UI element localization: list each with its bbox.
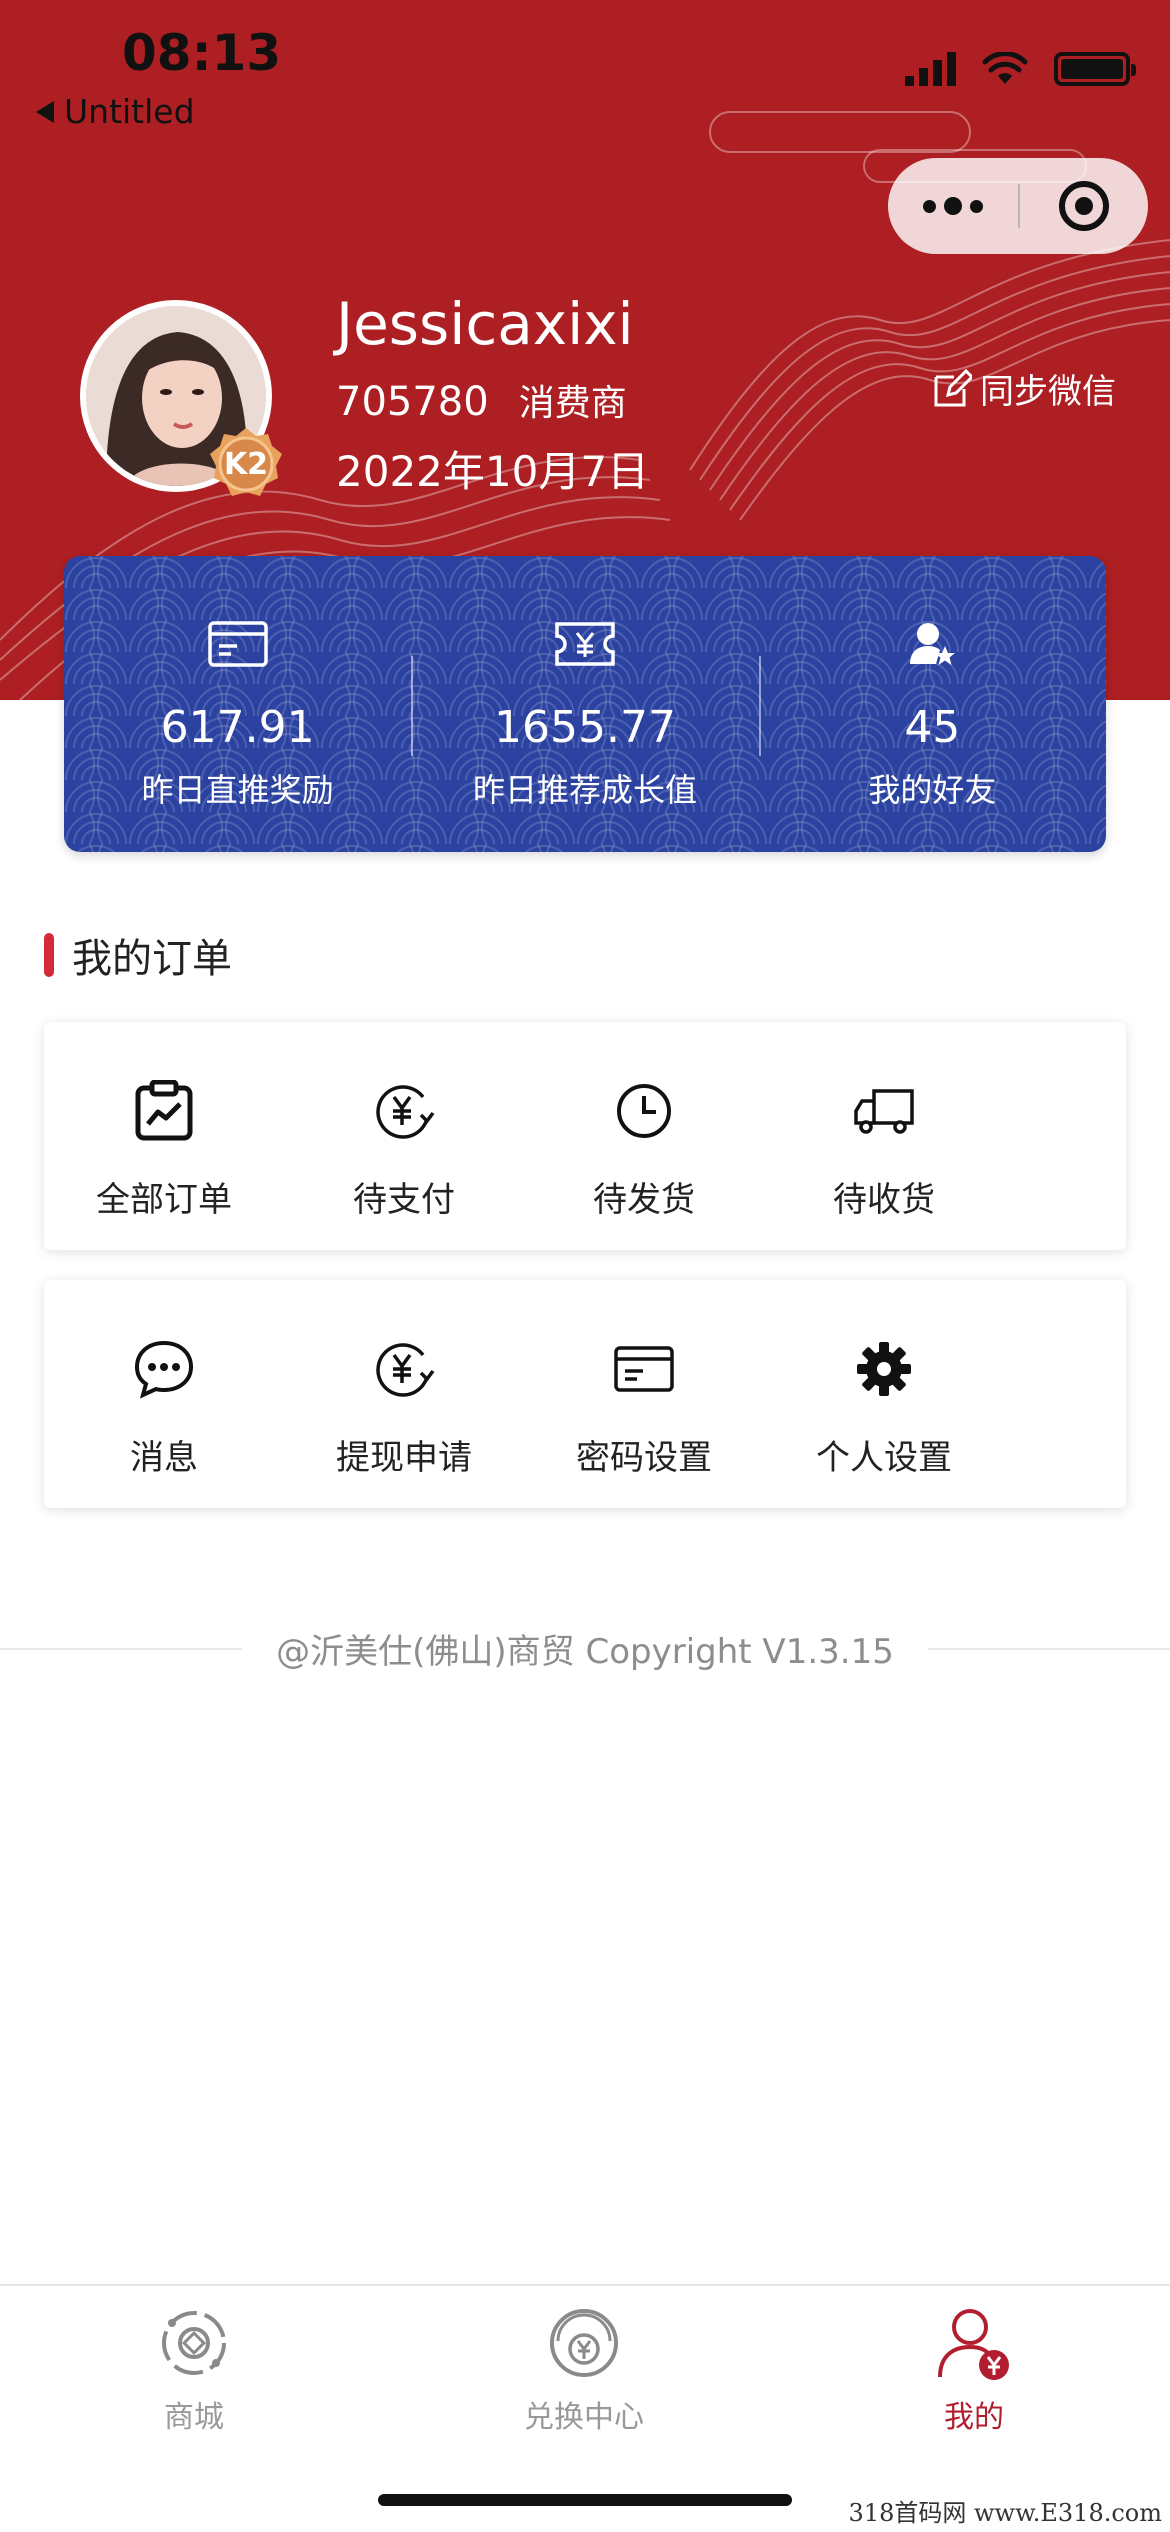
- target-icon: [1059, 181, 1109, 231]
- menu-withdraw[interactable]: 提现申请: [284, 1280, 524, 1508]
- menu-all-orders[interactable]: 全部订单: [44, 1022, 284, 1250]
- card-icon: [207, 621, 268, 667]
- profile-yen-icon: [938, 2309, 1009, 2380]
- tab-label: 我的: [944, 2400, 1004, 2435]
- yen-refresh-icon: [376, 1343, 435, 1397]
- signal-icon: [905, 52, 956, 86]
- menu-messages[interactable]: 消息: [44, 1280, 284, 1508]
- copyright-text: @沂美仕(佛山)商贸 Copyright V1.3.15: [242, 1632, 928, 1672]
- stat-value: 45: [904, 702, 961, 753]
- clock-icon: [617, 1084, 671, 1138]
- miniprogram-capsule: [888, 158, 1148, 254]
- tab-mine[interactable]: 我的: [854, 2298, 1094, 2436]
- menu-label: 全部订单: [96, 1180, 232, 1220]
- stats-card: 617.91 昨日直推奖励 1655.77 昨日推荐成长值 45 我的好友: [64, 556, 1106, 852]
- home-indicator: [378, 2494, 792, 2506]
- tab-label: 兑换中心: [524, 2400, 644, 2435]
- settings-menu-card: 消息 提现申请 密码设置 个人设置: [44, 1280, 1126, 1508]
- level-badge-label: K2: [223, 446, 269, 482]
- user-star-icon: [910, 623, 956, 665]
- back-label: Untitled: [64, 92, 195, 131]
- stat-label: 昨日直推奖励: [141, 771, 334, 809]
- menu-label: 消息: [130, 1438, 198, 1478]
- yen-ticket-icon: [555, 622, 615, 666]
- close-miniprogram-button[interactable]: [1020, 158, 1148, 254]
- wifi-icon: [982, 52, 1028, 84]
- menu-password-settings[interactable]: 密码设置: [524, 1280, 764, 1508]
- tab-mall[interactable]: 商城: [74, 2298, 314, 2436]
- chat-bubble-icon: [134, 1340, 194, 1399]
- stat-growth-value[interactable]: 1655.77 昨日推荐成长值: [411, 556, 758, 852]
- menu-personal-settings[interactable]: 个人设置: [764, 1280, 1004, 1508]
- card-icon: [614, 1346, 674, 1392]
- section-accent-bar: [44, 933, 54, 977]
- menu-pending-receipt[interactable]: 待收货: [764, 1022, 1004, 1250]
- join-date: 2022年10月7日: [336, 447, 650, 496]
- battery-icon: [1054, 52, 1136, 86]
- exchange-yen-icon: [550, 2309, 618, 2377]
- user-role: 消费商: [518, 383, 627, 424]
- back-button[interactable]: Untitled: [36, 92, 195, 131]
- tab-exchange[interactable]: 兑换中心: [464, 2298, 704, 2436]
- menu-label: 待支付: [353, 1180, 455, 1220]
- watermark-text: 318首码网 www.E318.com: [848, 2499, 1162, 2527]
- stat-referral-reward[interactable]: 617.91 昨日直推奖励: [64, 556, 411, 852]
- orders-menu-card: 全部订单 待支付 待发货 待收货: [44, 1022, 1126, 1250]
- orders-section-title: 我的订单: [44, 926, 232, 984]
- copyright: @沂美仕(佛山)商贸 Copyright V1.3.15: [0, 1624, 1170, 1673]
- stat-value: 1655.77: [494, 702, 676, 753]
- sync-wechat-label: 同步微信: [980, 372, 1116, 412]
- gear-icon: [857, 1342, 911, 1396]
- mall-icon: [162, 2311, 226, 2375]
- edit-icon: [934, 368, 972, 406]
- yen-refresh-icon: [376, 1085, 435, 1139]
- user-id-line: 705780 消费商: [336, 374, 627, 426]
- more-dots-icon: [923, 199, 936, 213]
- menu-label: 密码设置: [576, 1438, 712, 1478]
- menu-pending-payment[interactable]: 待支付: [284, 1022, 524, 1250]
- stat-label: 昨日推荐成长值: [472, 771, 697, 809]
- status-time: 08:13: [122, 24, 282, 82]
- more-menu-button[interactable]: [888, 158, 1018, 254]
- menu-pending-shipment[interactable]: 待发货: [524, 1022, 764, 1250]
- menu-label: 待发货: [593, 1180, 695, 1220]
- sync-wechat-button[interactable]: 同步微信: [932, 364, 1116, 413]
- section-title-text: 我的订单: [72, 936, 232, 982]
- clipboard-chart-icon: [135, 1080, 193, 1141]
- status-icons: [905, 52, 1136, 86]
- menu-label: 提现申请: [336, 1438, 472, 1478]
- menu-label: 个人设置: [816, 1438, 952, 1478]
- username: Jessicaxixi: [336, 290, 634, 358]
- user-id: 705780: [336, 379, 489, 425]
- back-arrow-icon: [36, 100, 54, 123]
- menu-label: 待收货: [833, 1180, 935, 1220]
- stat-value: 617.91: [160, 702, 315, 753]
- stat-friends[interactable]: 45 我的好友: [758, 556, 1106, 852]
- truck-icon: [854, 1089, 914, 1134]
- tab-label: 商城: [164, 2400, 224, 2435]
- stat-label: 我的好友: [868, 771, 997, 809]
